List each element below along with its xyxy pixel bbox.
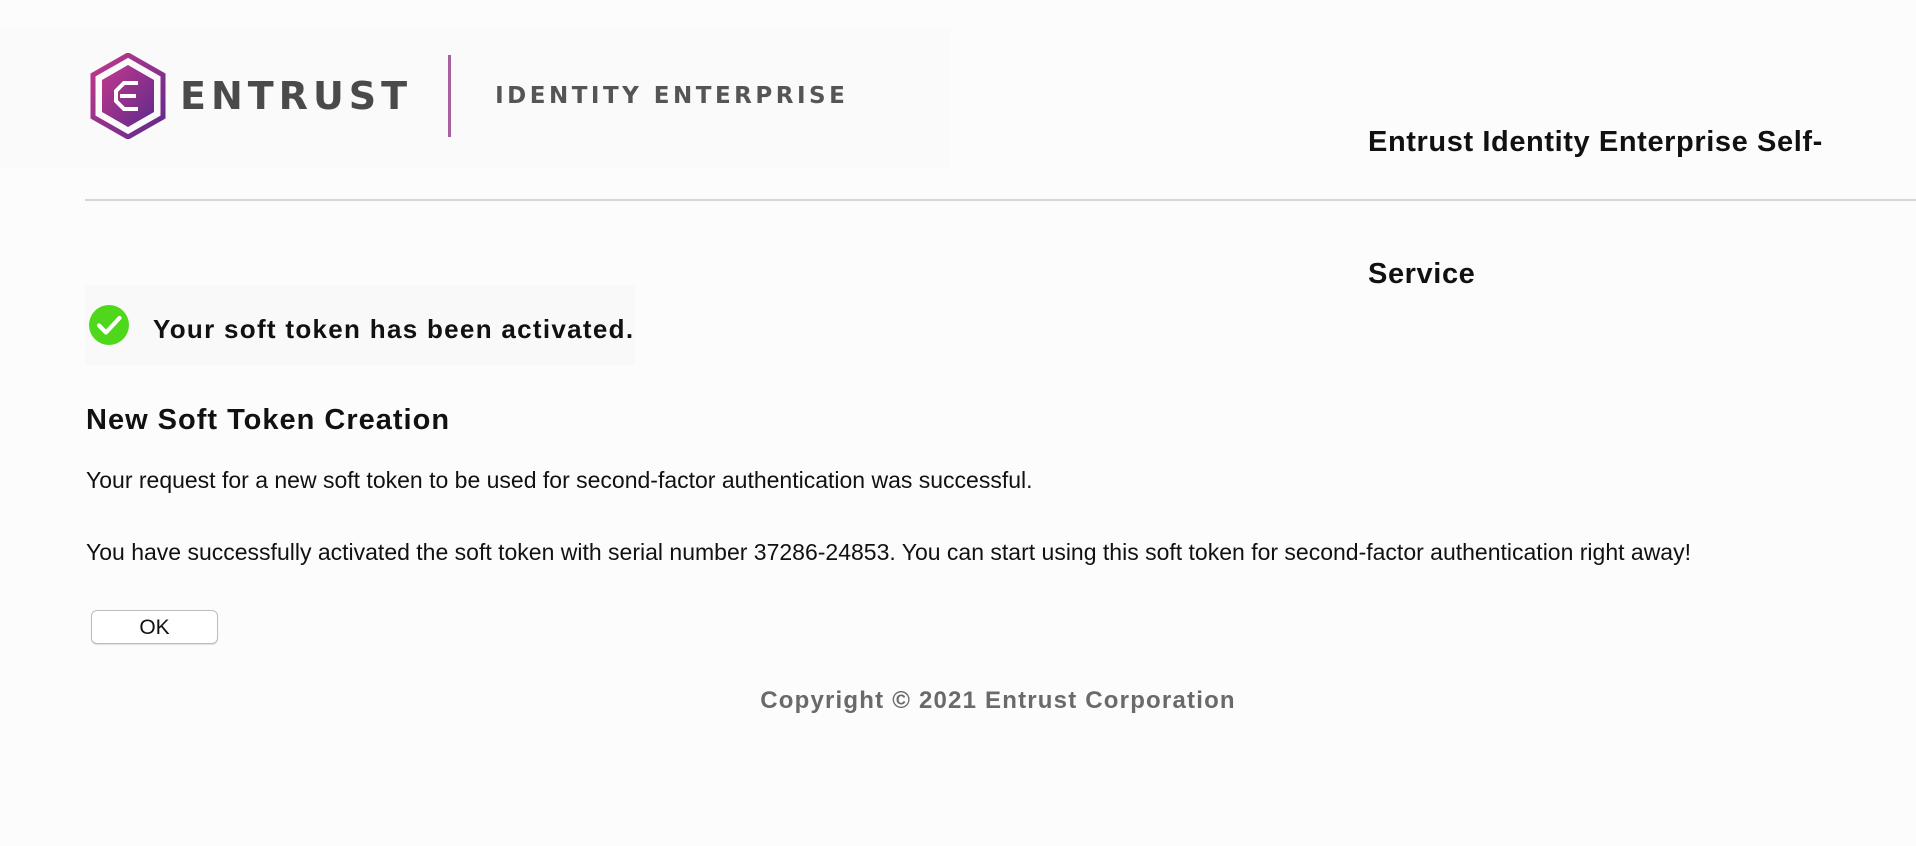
request-success-text: Your request for a new soft token to be … [86, 467, 1033, 493]
page: ENTRUST IDENTITY ENTERPRISE Entrust Iden… [0, 0, 1916, 846]
app-title: Entrust Identity Enterprise Self-Service [1368, 126, 1823, 290]
page-title: New Soft Token Creation [86, 404, 451, 436]
entrust-hexagon-icon [90, 53, 166, 139]
success-message: Your soft token has been activated. [153, 314, 635, 344]
ok-button[interactable]: OK [91, 610, 218, 644]
logo-wordmark: ENTRUST [180, 74, 413, 118]
copyright-footer: Copyright © 2021 Entrust Corporation [760, 687, 1236, 714]
logo-divider [448, 55, 452, 137]
logo-product-name: IDENTITY ENTERPRISE [495, 83, 849, 109]
check-circle-icon [89, 305, 129, 345]
entrust-logo: ENTRUST IDENTITY ENTERPRISE [90, 53, 848, 139]
activation-details-text: You have successfully activated the soft… [86, 539, 1691, 565]
header-divider [85, 199, 1916, 201]
